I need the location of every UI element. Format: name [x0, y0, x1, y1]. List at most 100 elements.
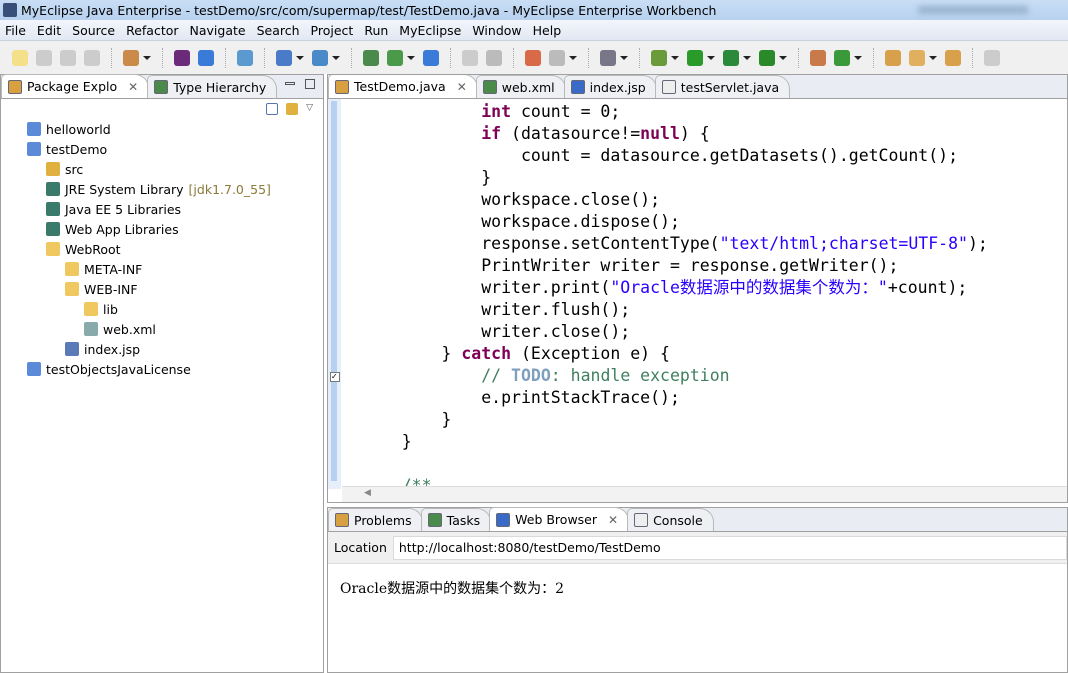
dropdown-arrow-icon[interactable] — [332, 55, 340, 60]
toolbar-button-icon[interactable] — [237, 49, 253, 66]
toolbar-button-icon[interactable] — [312, 49, 328, 66]
toolbar-separator — [588, 47, 589, 68]
tree-item-webroot[interactable]: WebRoot — [1, 239, 323, 259]
toolbar-button-icon[interactable] — [810, 49, 826, 66]
toolbar-separator — [264, 47, 265, 68]
dropdown-arrow-icon[interactable] — [143, 55, 151, 60]
dropdown-arrow-icon[interactable] — [407, 55, 415, 60]
menu-refactor[interactable]: Refactor — [121, 23, 184, 38]
toolbar-button-icon[interactable] — [123, 49, 139, 66]
toolbar-button-icon[interactable] — [12, 49, 28, 66]
folder-icon — [65, 282, 79, 296]
tab-package-explo[interactable]: Package Explo ✕ — [1, 74, 150, 98]
code-token: ); — [967, 234, 988, 253]
tree-item-meta-inf[interactable]: META-INF — [1, 259, 323, 279]
menu-file[interactable]: File — [0, 23, 32, 38]
tab-tasks[interactable]: Tasks — [420, 508, 492, 531]
toolbar-button-icon[interactable] — [687, 49, 703, 66]
tab-web-xml[interactable]: web.xml — [475, 75, 566, 98]
dropdown-arrow-icon[interactable] — [620, 55, 628, 60]
link-with-editor-icon[interactable] — [286, 103, 299, 115]
tree-item-web-inf[interactable]: WEB-INF — [1, 279, 323, 299]
tab-console[interactable]: Console — [627, 508, 714, 531]
dropdown-arrow-icon[interactable] — [743, 55, 751, 60]
toolbar-button-icon[interactable] — [759, 49, 775, 66]
console-icon — [634, 513, 649, 527]
tree-item-label: JRE System Library — [65, 181, 184, 197]
code-line: writer.flush(); — [362, 299, 630, 321]
tree-item-src[interactable]: src — [1, 159, 323, 179]
task-marker-icon[interactable]: ✓ — [330, 372, 340, 382]
tab-problems[interactable]: Problems — [328, 508, 423, 531]
dropdown-arrow-icon[interactable] — [296, 55, 304, 60]
tab-index-jsp[interactable]: index.jsp — [563, 75, 657, 98]
toolbar-button-icon[interactable] — [651, 49, 667, 66]
tab-web-browser[interactable]: Web Browser ✕ — [489, 507, 630, 531]
toolbar-button-icon[interactable] — [834, 49, 850, 66]
menu-help[interactable]: Help — [528, 23, 568, 38]
close-icon[interactable]: ✕ — [608, 513, 618, 527]
url-input[interactable]: http://localhost:8080/testDemo/TestDemo — [392, 535, 1067, 560]
menu-project[interactable]: Project — [306, 23, 360, 38]
toolbar-button-icon[interactable] — [198, 49, 214, 66]
close-icon[interactable]: ✕ — [128, 80, 138, 94]
tree-item-testdemo[interactable]: testDemo — [1, 139, 323, 159]
toolbar-button-icon[interactable] — [984, 49, 1000, 66]
toolbar-button-icon[interactable] — [885, 49, 901, 66]
toolbar-button-icon[interactable] — [60, 49, 76, 66]
toolbar-button-icon[interactable] — [276, 49, 292, 66]
maximize-icon[interactable] — [305, 79, 315, 89]
menu-search[interactable]: Search — [252, 23, 306, 38]
toolbar-button-icon[interactable] — [423, 49, 439, 66]
tree-item-web-app-libraries[interactable]: Web App Libraries — [1, 219, 323, 239]
tab-type-hierarchy[interactable]: Type Hierarchy — [147, 75, 278, 98]
dropdown-arrow-icon[interactable] — [779, 55, 787, 60]
tab-testdemo-java[interactable]: TestDemo.java ✕ — [328, 75, 478, 98]
menu-myeclipse[interactable]: MyEclipse — [394, 23, 467, 38]
toolbar-button-icon[interactable] — [174, 49, 190, 66]
close-icon[interactable]: ✕ — [457, 80, 467, 94]
dropdown-arrow-icon[interactable] — [929, 55, 937, 60]
tab-label: Package Explo — [27, 79, 118, 94]
toolbar-button-icon[interactable] — [387, 49, 403, 66]
menu-run[interactable]: Run — [359, 23, 394, 38]
minimize-icon[interactable] — [285, 82, 295, 85]
toolbar-button-icon[interactable] — [723, 49, 739, 66]
dropdown-arrow-icon[interactable] — [707, 55, 715, 60]
menu-edit[interactable]: Edit — [32, 23, 67, 38]
horizontal-scrollbar[interactable]: ◀ — [342, 486, 1067, 502]
dropdown-arrow-icon[interactable] — [671, 55, 679, 60]
tree-item-java-ee-5-libraries[interactable]: Java EE 5 Libraries — [1, 199, 323, 219]
tree-item-index-jsp[interactable]: index.jsp — [1, 339, 323, 359]
menu-window[interactable]: Window — [467, 23, 527, 38]
project-icon — [27, 142, 41, 156]
code-area[interactable]: ✓ int count = 0; if (datasource!=null) {… — [328, 99, 1067, 489]
toolbar-button-icon[interactable] — [486, 49, 502, 66]
tree-item-jre-system-library[interactable]: JRE System Library [jdk1.7.0_55] — [1, 179, 323, 199]
toolbar-button-icon[interactable] — [945, 49, 961, 66]
toolbar-button-icon[interactable] — [36, 49, 52, 66]
toolbar-button-icon[interactable] — [549, 49, 565, 66]
tree-item-lib[interactable]: lib — [1, 299, 323, 319]
toolbar-button-icon[interactable] — [909, 49, 925, 66]
toolbar-separator — [450, 47, 451, 68]
toolbar-separator — [513, 47, 514, 68]
tree-item-helloworld[interactable]: helloworld — [1, 119, 323, 139]
toolbar-button-icon[interactable] — [363, 49, 379, 66]
collapse-all-icon[interactable] — [266, 103, 279, 115]
tab-label: web.xml — [501, 79, 555, 95]
menu-navigate[interactable]: Navigate — [185, 23, 252, 38]
tree-item-web-xml[interactable]: web.xml — [1, 319, 323, 339]
dropdown-arrow-icon[interactable] — [854, 55, 862, 60]
dropdown-arrow-icon[interactable] — [569, 55, 577, 60]
view-menu-icon[interactable]: ▽ — [306, 103, 313, 119]
tab-testservlet-java[interactable]: testServlet.java — [654, 75, 791, 98]
tree-item-label: Java EE 5 Libraries — [65, 201, 182, 217]
toolbar-button-icon[interactable] — [84, 49, 100, 66]
toolbar-button-icon[interactable] — [525, 49, 541, 66]
tree-item-testobjectsjavalicense[interactable]: testObjectsJavaLicense — [1, 359, 323, 379]
toolbar-button-icon[interactable] — [600, 49, 616, 66]
menu-source[interactable]: Source — [67, 23, 121, 38]
toolbar-button-icon[interactable] — [462, 49, 478, 66]
